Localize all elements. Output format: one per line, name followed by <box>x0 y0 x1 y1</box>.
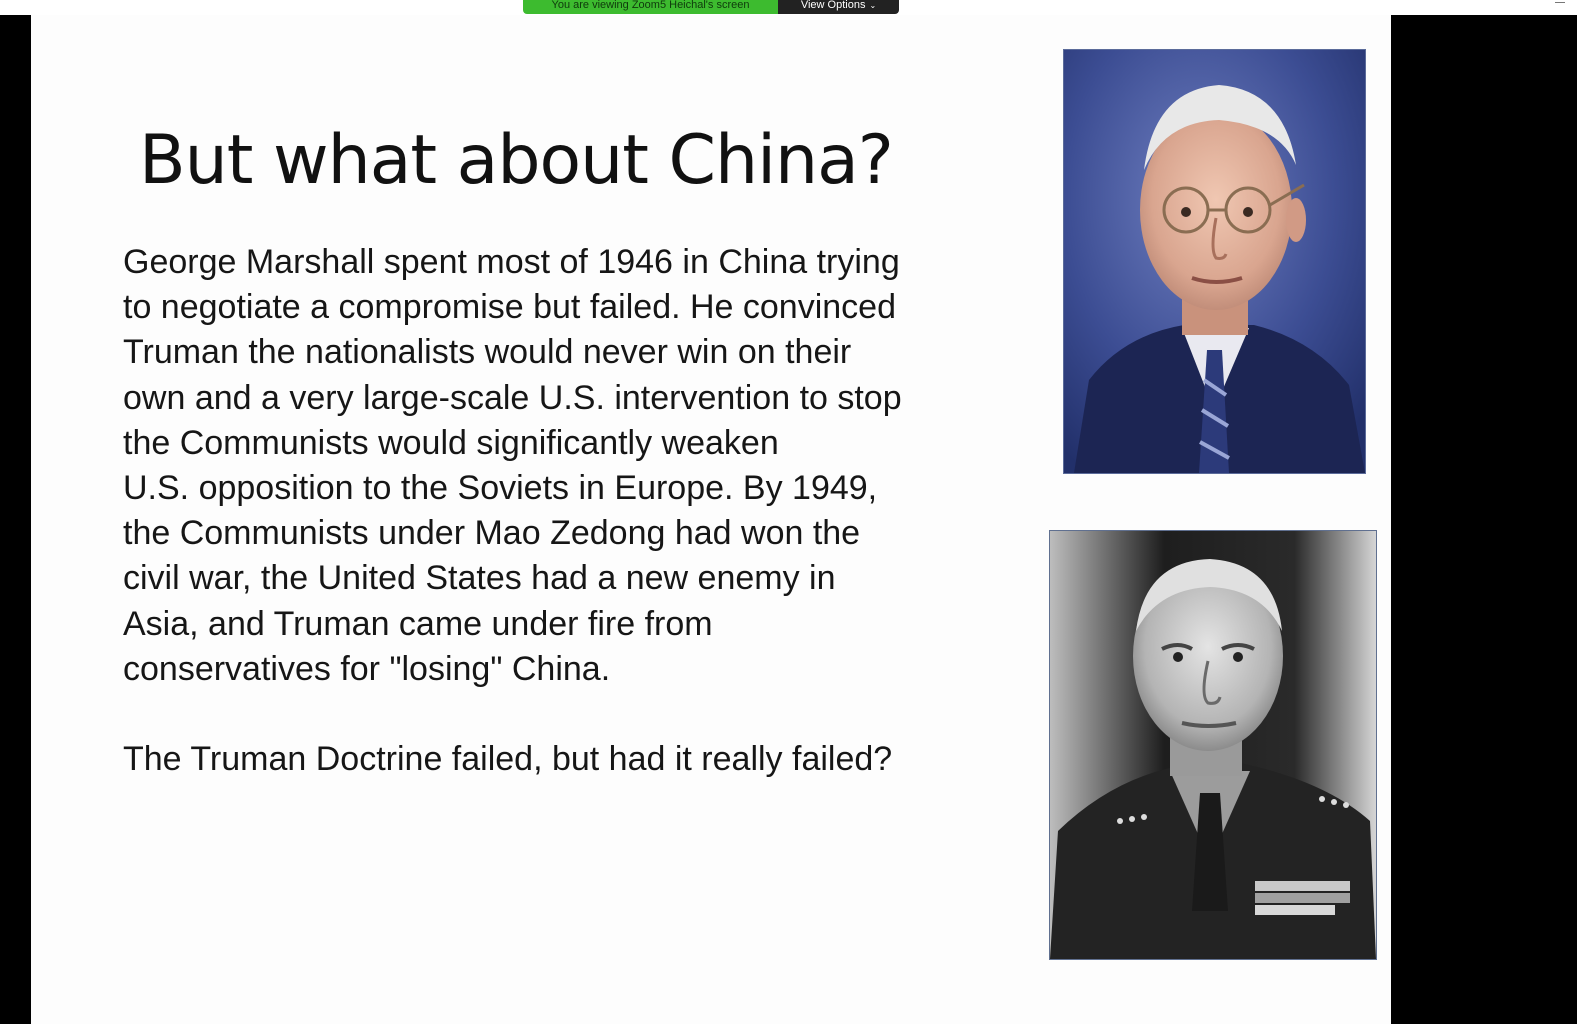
body-line: Truman the nationalists would never win … <box>123 333 852 372</box>
body-line: civil war, the United States had a new e… <box>123 559 836 598</box>
body-line: conservatives for "losing" China. <box>123 649 611 688</box>
slide-body-text: George Marshall spent most of 1946 in Ch… <box>123 240 1023 692</box>
truman-portrait-image <box>1063 49 1366 474</box>
body-line: own and a very large-scale U.S. interven… <box>123 378 902 417</box>
screen-share-status: You are viewing Zoom5 Heichal's screen <box>523 0 778 14</box>
body-line: Asia, and Truman came under fire from <box>123 604 713 643</box>
screen-share-banner: You are viewing Zoom5 Heichal's screen V… <box>523 0 899 14</box>
slide-title: But what about China? <box>139 121 894 200</box>
body-line: U.S. opposition to the Soviets in Europe… <box>123 469 878 508</box>
chevron-down-icon: ⌄ <box>869 1 877 10</box>
shared-slide: But what about China? George Marshall sp… <box>31 15 1391 1024</box>
marshall-portrait-image <box>1049 530 1377 960</box>
view-options-button[interactable]: View Options ⌄ <box>778 0 899 14</box>
body-line: to negotiate a compromise but failed. He… <box>123 288 897 327</box>
minimize-icon[interactable] <box>1555 2 1565 3</box>
slide-question-text: The Truman Doctrine failed, but had it r… <box>123 740 893 778</box>
body-line: the Communists under Mao Zedong had won … <box>123 514 861 553</box>
body-line: George Marshall spent most of 1946 in Ch… <box>123 243 900 281</box>
body-line: the Communists would significantly weake… <box>123 423 779 462</box>
view-options-label: View Options <box>800 0 866 11</box>
letterbox-left <box>0 15 31 1024</box>
letterbox-right <box>1391 15 1577 1024</box>
